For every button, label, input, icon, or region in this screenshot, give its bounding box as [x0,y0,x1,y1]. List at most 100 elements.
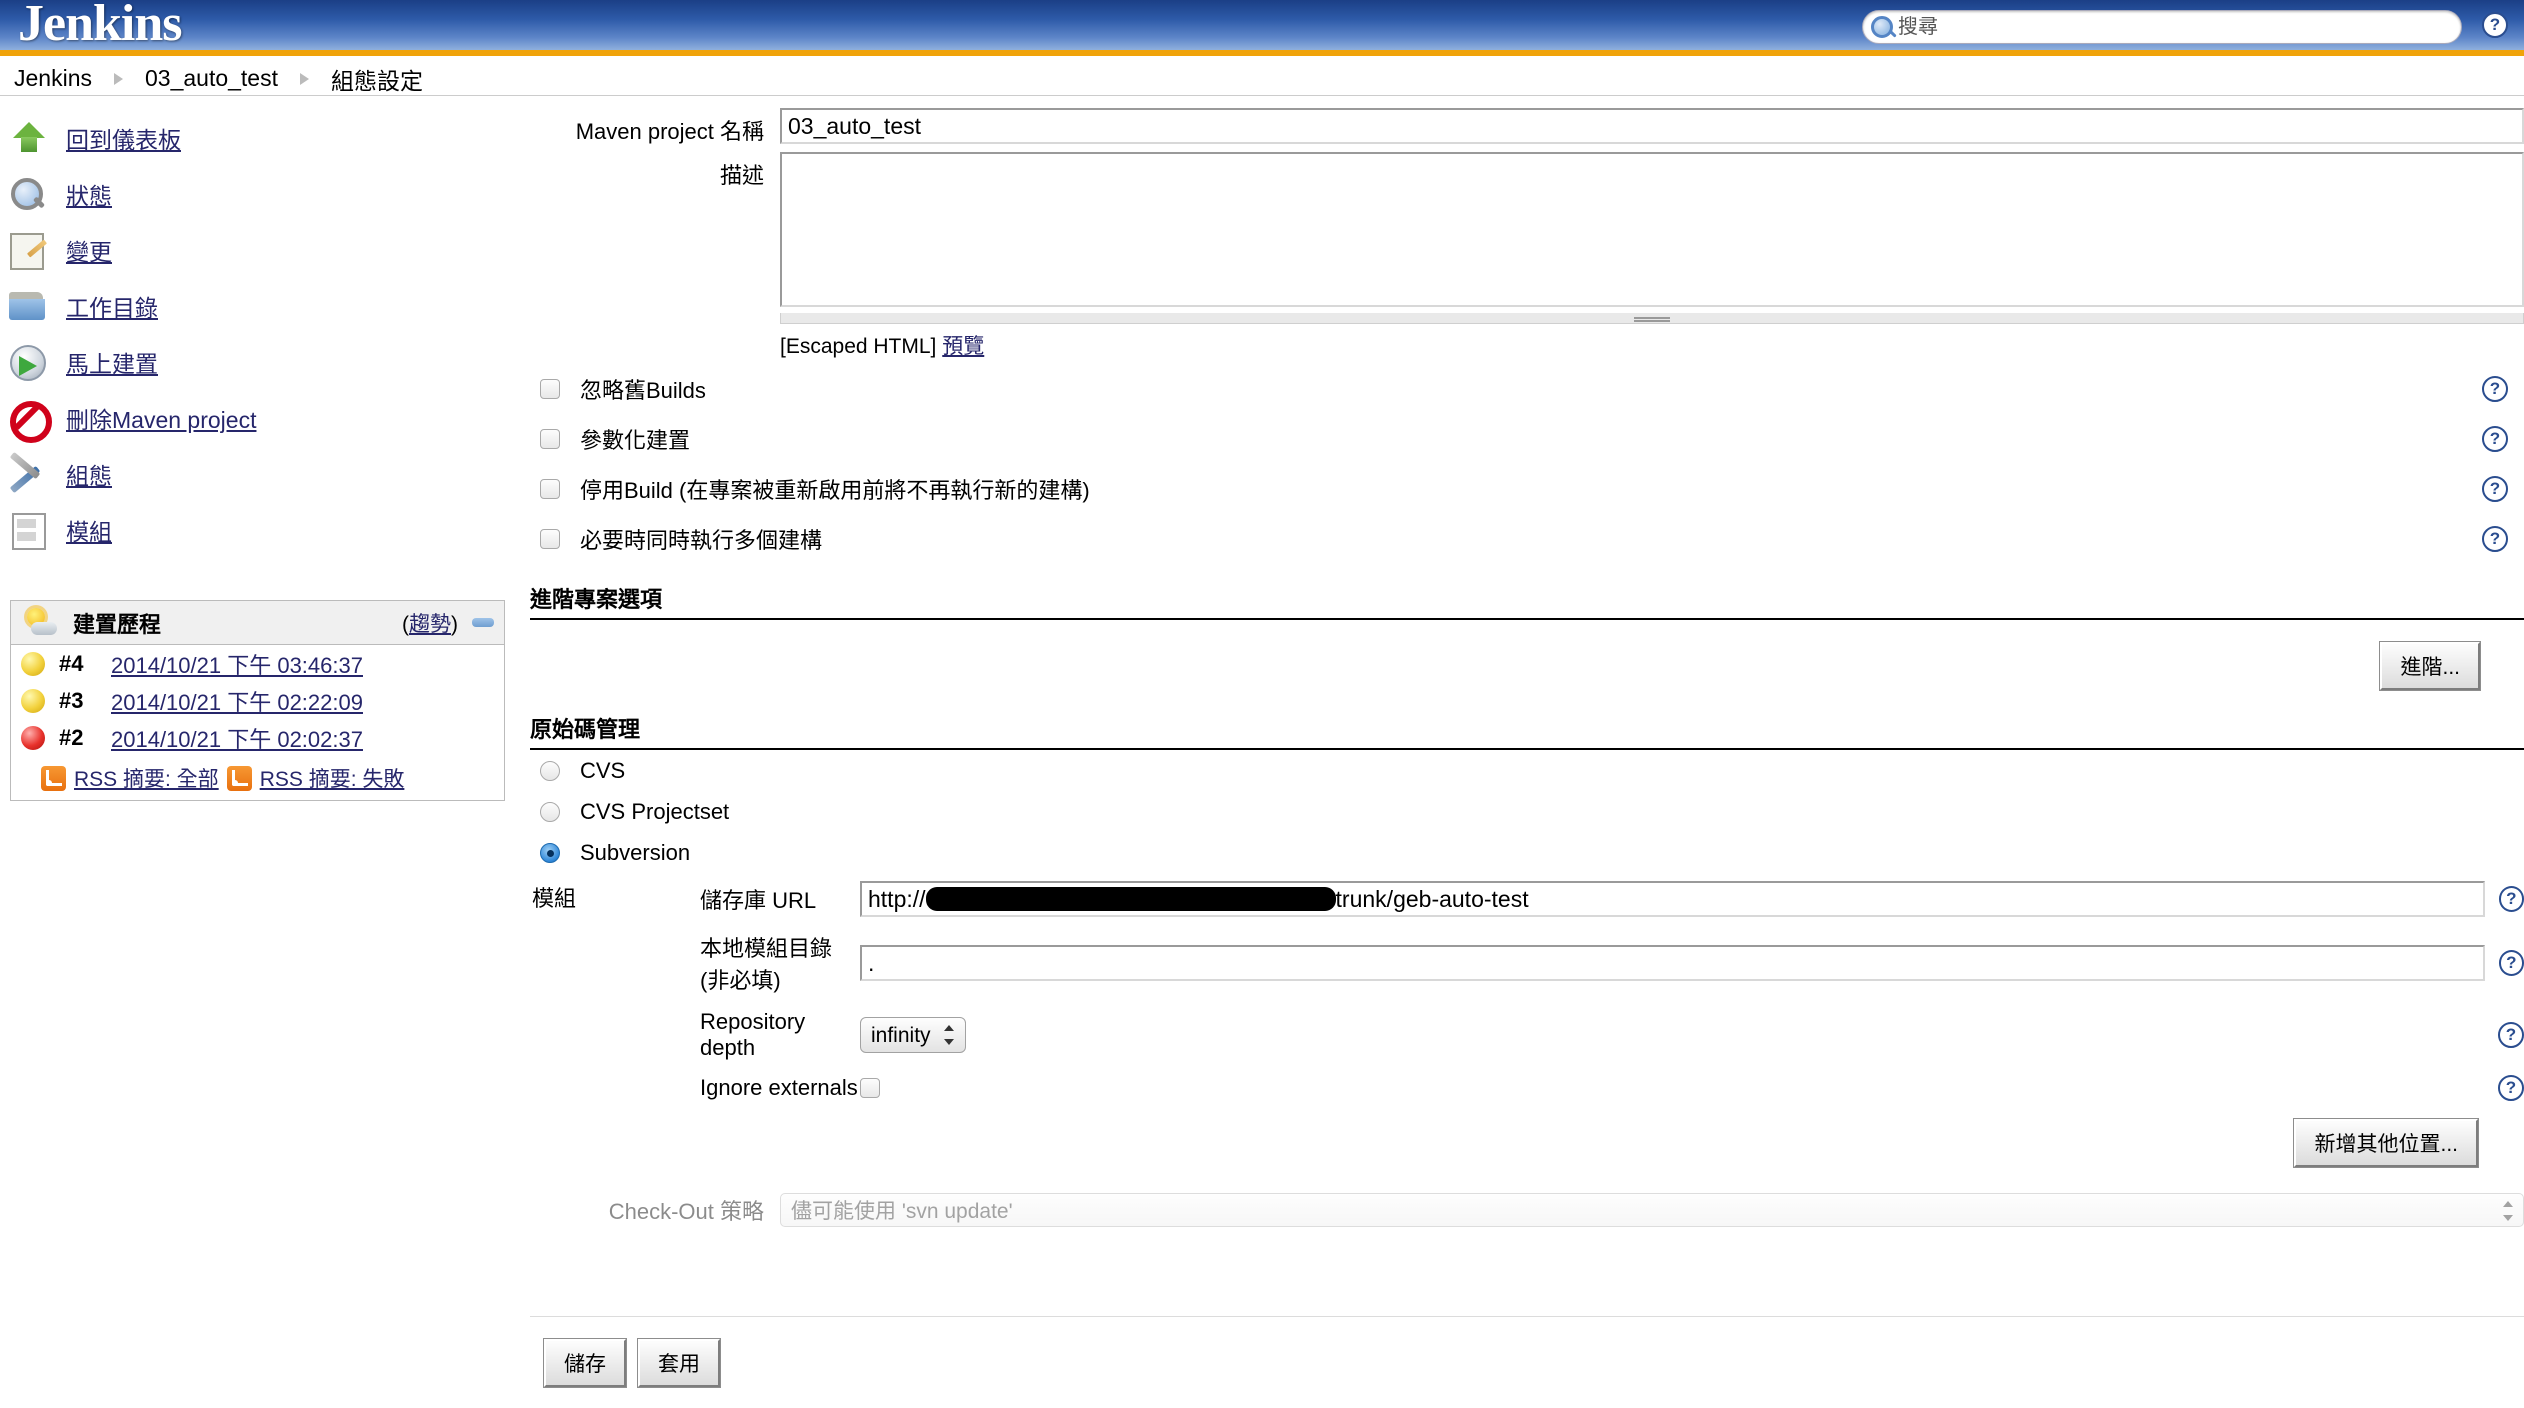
collapse-panel-icon[interactable] [472,618,494,627]
concurrent-builds-checkbox[interactable] [540,529,560,549]
sidebar-item-label[interactable]: 組態 [66,457,112,491]
repository-url-prefix: http:// [868,885,926,912]
breadcrumb-item-project[interactable]: 03_auto_test [145,65,278,92]
sidebar-item-status[interactable]: 狀態 [6,166,526,222]
advanced-options-section-title: 進階專案選項 [530,582,2524,620]
build-timestamp-link[interactable]: 2014/10/21 下午 02:22:09 [111,685,363,717]
rss-icon [41,765,66,791]
discard-old-builds-row: 忽略舊Builds ? [530,368,2524,410]
notepad-pencil-icon [6,230,52,270]
apply-button[interactable]: 套用 [637,1337,721,1388]
build-timestamp-link[interactable]: 2014/10/21 下午 02:02:37 [111,722,363,754]
sidebar-item-delete-project[interactable]: 刪除Maven project [6,390,526,446]
sidebar-item-label[interactable]: 刪除Maven project [66,401,256,435]
folder-icon [6,286,52,326]
chevron-updown-icon [2503,1201,2513,1221]
discard-old-builds-checkbox[interactable] [540,379,560,399]
sidebar-item-label[interactable]: 模組 [66,513,112,547]
checkout-strategy-select[interactable]: 儘可能使用 'svn update' [780,1193,2524,1227]
help-icon[interactable]: ? [2482,376,2508,402]
module-icon [6,510,52,550]
repository-depth-label: Repository depth [700,1009,806,1060]
help-icon[interactable]: ? [2498,886,2524,912]
redacted-host-bar [925,887,1336,911]
sidebar-item-label[interactable]: 狀態 [66,177,112,211]
sidebar-item-label[interactable]: 變更 [66,233,112,267]
save-button[interactable]: 儲存 [543,1337,627,1388]
sidebar: 回到儀表板 狀態 變更 工作目錄 馬上建置 刪除Maven project 組態… [6,110,526,558]
jenkins-logo: Jenkins [18,0,183,52]
help-icon[interactable]: ? [2498,1022,2524,1048]
project-name-label: Maven project 名稱 [575,119,764,144]
breadcrumb: Jenkins 03_auto_test 組態設定 [0,62,2524,96]
build-row[interactable]: #3 2014/10/21 下午 02:22:09 [11,682,504,719]
sidebar-item-modules[interactable]: 模組 [6,502,526,558]
build-timestamp-link[interactable]: 2014/10/21 下午 03:46:37 [111,648,363,680]
sidebar-item-changes[interactable]: 變更 [6,222,526,278]
project-name-input[interactable] [780,108,2524,144]
build-status-ball-icon [21,688,45,713]
sidebar-item-label[interactable]: 回到儀表板 [66,121,181,155]
ignore-externals-checkbox[interactable] [860,1078,880,1098]
add-location-button[interactable]: 新增其他位置... [2293,1118,2479,1168]
help-icon[interactable]: ? [2498,1075,2524,1101]
sidebar-item-build-now[interactable]: 馬上建置 [6,334,526,390]
description-label: 描述 [719,163,764,188]
build-status-ball-icon [21,651,45,676]
trend-paren-open: ( [402,612,409,636]
checkout-strategy-label: Check-Out 策略 [608,1199,764,1224]
repository-url-input[interactable]: http:// trunk/geb-auto-test [860,881,2485,917]
escaped-html-label: [Escaped HTML] [780,335,937,358]
local-module-directory-label: 本地模組目錄 (非必填) [700,936,833,993]
search-input[interactable] [1896,13,2436,41]
description-textarea[interactable] [780,152,2524,307]
help-icon[interactable]: ? [2498,950,2524,976]
header-help-icon[interactable]: ? [2482,12,2508,38]
advanced-button[interactable]: 進階... [2379,641,2481,691]
parameterized-build-checkbox[interactable] [540,429,560,449]
repository-depth-select[interactable]: infinity [860,1017,966,1053]
checkout-strategy-row: Check-Out 策略 儘可能使用 'svn update' [530,1193,2524,1227]
scm-option-subversion[interactable]: Subversion [530,832,2524,873]
ignore-externals-label: Ignore externals [700,1075,858,1100]
scm-option-cvs[interactable]: CVS [530,750,2524,791]
help-icon[interactable]: ? [2482,426,2508,452]
subversion-radio[interactable] [540,842,560,863]
search-icon [1871,16,1893,38]
cvs-projectset-radio[interactable] [540,801,560,822]
preview-link[interactable]: 預覽 [942,335,984,358]
sidebar-item-dashboard[interactable]: 回到儀表板 [6,110,526,166]
cvs-radio[interactable] [540,760,560,781]
disable-build-row: 停用Build (在專案被重新啟用前將不再執行新的建構) ? [530,468,2524,510]
sidebar-item-workspace[interactable]: 工作目錄 [6,278,526,334]
build-row[interactable]: #2 2014/10/21 下午 02:02:37 [11,719,504,756]
sidebar-item-label[interactable]: 馬上建置 [66,345,158,379]
textarea-resize-handle[interactable] [780,313,2524,324]
help-icon[interactable]: ? [2482,476,2508,502]
parameterized-build-label: 參數化建置 [580,428,691,453]
project-name-row: Maven project 名稱 [530,108,2524,146]
sidebar-item-configure[interactable]: 組態 [6,446,526,502]
trend-link-label[interactable]: 趨勢 [409,613,451,636]
modules-label: 模組 [532,886,577,911]
breadcrumb-separator-icon [113,72,123,85]
rss-all-link[interactable]: RSS 摘要: 全部 [74,763,219,793]
local-module-directory-input[interactable] [860,945,2485,981]
build-trend-link: (趨勢) [402,608,458,638]
scm-option-cvs-projectset[interactable]: CVS Projectset [530,791,2524,832]
cvs-label: CVS [580,757,626,783]
subversion-modules-grid: 模組 儲存庫 URL http:// trunk/geb-auto-test ?… [530,881,2524,1168]
breadcrumb-item-jenkins[interactable]: Jenkins [14,65,92,92]
help-icon[interactable]: ? [2482,526,2508,552]
disable-build-checkbox[interactable] [540,479,560,499]
build-row[interactable]: #4 2014/10/21 下午 03:46:37 [11,645,504,682]
search-box[interactable] [1862,10,2462,44]
app-header: Jenkins ? [0,0,2524,56]
breadcrumb-item-configure[interactable]: 組態設定 [331,62,423,96]
rss-failed-link[interactable]: RSS 摘要: 失敗 [260,763,405,793]
repository-depth-select-wrap[interactable]: infinity [860,1017,966,1053]
concurrent-builds-row: 必要時同時執行多個建構 ? [530,518,2524,560]
checkout-strategy-value: 儘可能使用 'svn update' [791,1200,1013,1223]
build-number: #3 [59,687,84,713]
sidebar-item-label[interactable]: 工作目錄 [66,289,158,323]
